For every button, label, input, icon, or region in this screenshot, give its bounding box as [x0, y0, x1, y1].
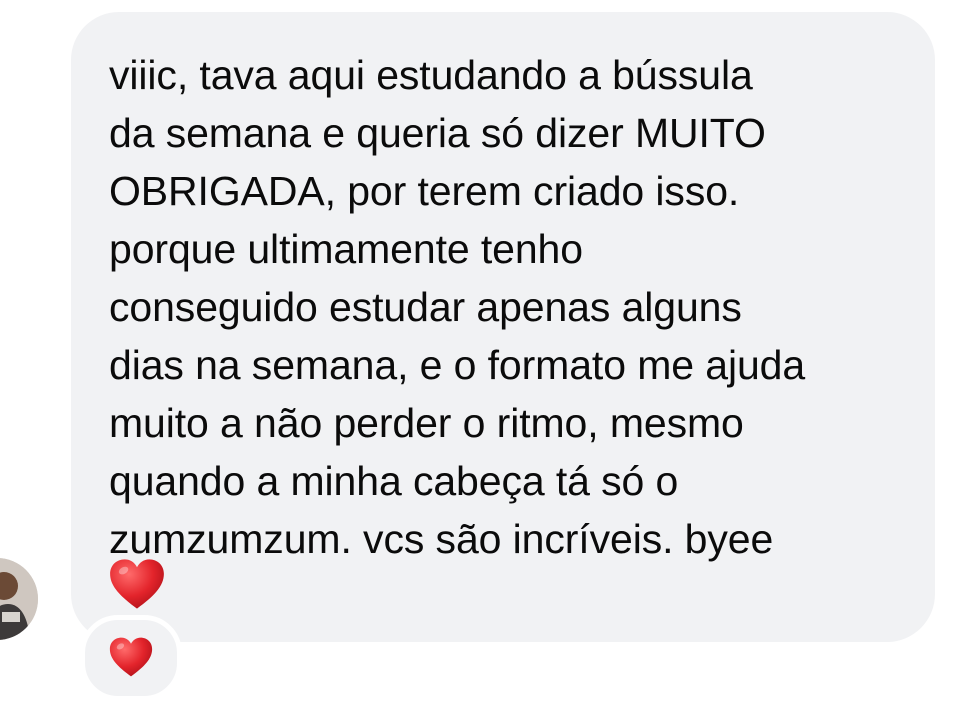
red-heart-icon: [109, 558, 165, 610]
sender-avatar[interactable]: [0, 558, 38, 640]
red-heart-icon: [109, 636, 153, 678]
avatar-photo: [0, 558, 38, 640]
message-text: viiic, tava aqui estudando a bússula da …: [109, 52, 806, 562]
reaction-badge[interactable]: [80, 615, 182, 701]
message-bubble[interactable]: viiic, tava aqui estudando a bússula da …: [71, 12, 935, 642]
